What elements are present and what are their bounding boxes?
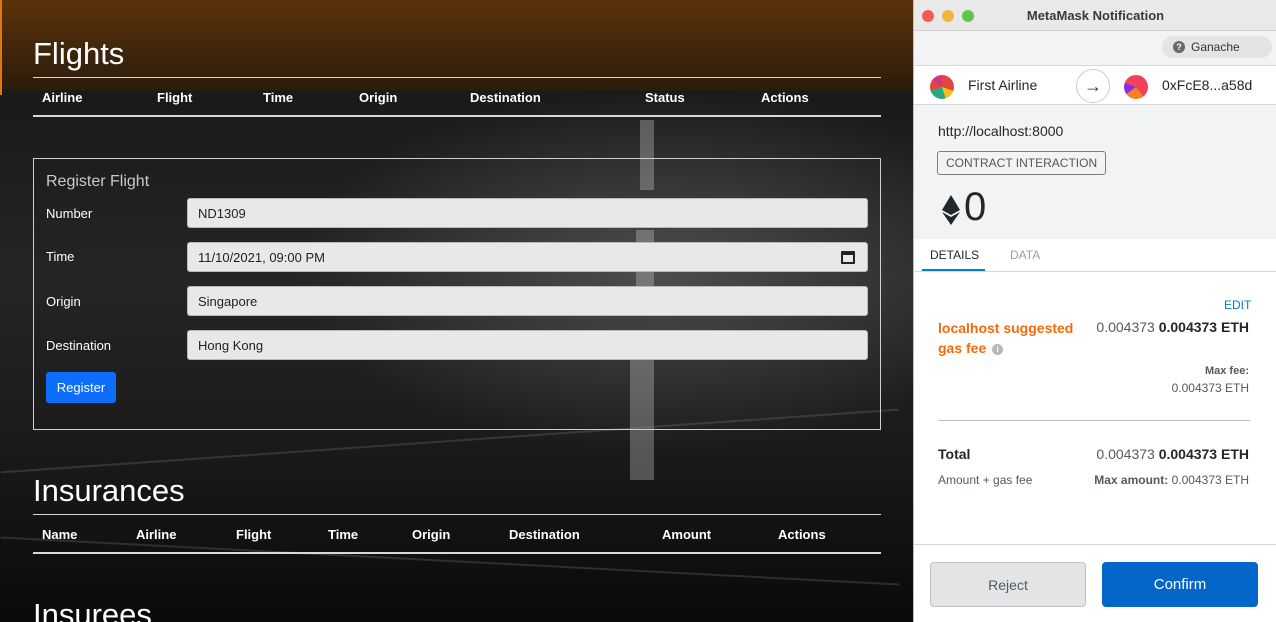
gas-fee-primary: 0.004373 ETH [1158,319,1249,335]
total-primary: 0.004373 ETH [1158,446,1249,462]
col-origin: Origin [359,90,398,105]
insurances-title: Insurances [33,473,185,508]
number-label: Number [46,206,93,221]
origin-label: Origin [46,294,81,309]
total-value: 0.004373 0.004373 ETH [1096,446,1249,462]
total-label: Total [938,446,971,462]
info-icon[interactable]: i [992,344,1004,355]
active-tab-indicator [922,269,985,271]
network-name: Ganache [1191,40,1240,54]
contract-interaction-badge: CONTRACT INTERACTION [937,151,1107,175]
confirm-header: ? Ganache First Airline → 0xFcE8...a58d … [914,31,1276,239]
col-origin: Origin [412,527,451,542]
col-amount: Amount [662,527,712,542]
time-label: Time [46,249,75,264]
sender-avatar [930,75,954,99]
time-input-value: 11/10/2021, 09:00 PM [198,250,325,265]
edit-gas-link[interactable]: EDIT [1224,298,1251,312]
col-destination: Destination [470,90,541,105]
flights-table-header: Airline Flight Time Origin Destination S… [33,77,881,117]
insurances-table-header: Name Airline Flight Time Origin Destinat… [33,514,881,554]
col-name: Name [42,527,78,542]
title-bar: MetaMask Notification [914,0,1276,31]
col-flight: Flight [157,90,193,105]
confirm-tabs: DETAILS DATA [914,239,1276,272]
amount-gas-label: Amount + gas fee [938,473,1033,487]
max-amount-label: Max amount: [1094,473,1169,487]
calendar-icon[interactable] [841,251,855,264]
max-amount: Max amount: 0.004373 ETH [1094,473,1249,487]
gas-fee-label: localhost suggested gas fee i [938,318,1078,358]
max-amount-value: 0.004373 ETH [1171,473,1249,487]
origin-url: http://localhost:8000 [938,123,1064,139]
tab-details[interactable]: DETAILS [930,248,979,262]
sender-name[interactable]: First Airline [968,77,1037,93]
col-destination: Destination [509,527,580,542]
gas-fee-value: 0.004373 0.004373 ETH [1096,319,1249,335]
register-flight-legend: Register Flight [46,173,150,190]
gas-fee-label-text: localhost suggested gas fee [938,320,1074,356]
divider [938,420,1250,421]
total-secondary: 0.004373 [1096,446,1155,462]
register-flight-form: Register Flight Number ND1309 Time 11/10… [33,158,881,430]
window-edge-accent [0,0,2,95]
col-time: Time [263,90,294,105]
col-actions: Actions [761,90,809,105]
register-button[interactable]: Register [46,372,116,403]
col-airline: Airline [42,90,83,105]
origin-input[interactable]: Singapore [187,286,868,316]
reject-button[interactable]: Reject [930,562,1086,607]
max-fee-label: Max fee: [1204,365,1249,377]
col-status: Status [645,90,685,105]
col-flight: Flight [236,527,272,542]
insurees-title: Insurees [33,597,152,622]
destination-label: Destination [46,338,112,353]
network-indicator[interactable]: ? Ganache [1162,36,1272,58]
number-input[interactable]: ND1309 [187,198,868,228]
col-airline: Airline [136,527,177,542]
time-input[interactable]: 11/10/2021, 09:00 PM [187,242,868,272]
arrow-right-icon: → [1076,69,1110,103]
amount-value: 0 [964,185,987,229]
window-title: MetaMask Notification [1026,8,1165,23]
confirm-footer: Reject Confirm [914,544,1276,622]
flights-title: Flights [33,36,125,71]
recipient-address[interactable]: 0xFcE8...a58d [1162,77,1252,93]
destination-input[interactable]: Hong Kong [187,330,868,360]
metamask-window: MetaMask Notification ? Ganache First Ai… [913,0,1276,622]
col-actions: Actions [778,527,826,542]
gas-fee-secondary: 0.004373 [1096,319,1155,335]
ethereum-icon [942,195,960,225]
sender-recipient: First Airline → 0xFcE8...a58d [914,65,1276,105]
question-icon: ? [1173,41,1185,53]
confirm-button[interactable]: Confirm [1102,562,1258,607]
tab-data[interactable]: DATA [1010,248,1040,262]
max-fee-value: 0.004373 ETH [1171,381,1249,395]
recipient-avatar [1124,75,1148,99]
col-time: Time [328,527,359,542]
